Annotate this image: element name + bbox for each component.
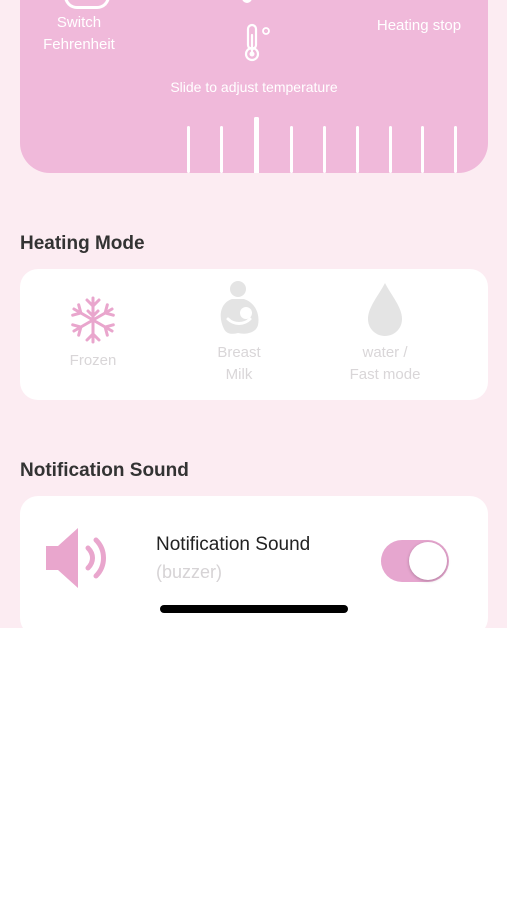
mode-breast-label-line1: Breast xyxy=(217,344,261,361)
slider-tick xyxy=(356,126,359,173)
slider-tick xyxy=(421,126,424,173)
app-screen: Switch Fehrenheit Heating stop Slide to … xyxy=(0,0,507,628)
speaker-icon xyxy=(46,528,106,588)
home-indicator xyxy=(160,605,348,613)
temperature-slider[interactable] xyxy=(170,110,470,173)
mode-water-fast[interactable]: water / Fast mode xyxy=(335,281,435,386)
temperature-panel: Switch Fehrenheit Heating stop Slide to … xyxy=(20,0,488,173)
slider-tick xyxy=(187,126,190,173)
water-drop-icon xyxy=(368,283,402,336)
notification-sound-toggle[interactable] xyxy=(381,540,449,582)
notification-sound-label: Notification Sound xyxy=(156,534,311,555)
heating-mode-card: Frozen Breast Milk water / Fast mode xyxy=(20,269,488,400)
switch-fahrenheit-button[interactable]: Switch Fehrenheit xyxy=(34,12,124,56)
mode-breast-label-line2: Milk xyxy=(225,366,253,383)
slider-tick xyxy=(389,126,392,173)
notification-sound-sublabel: (buzzer) xyxy=(156,562,223,582)
temperature-unit-icon xyxy=(64,0,110,9)
switch-label-line2: Fehrenheit xyxy=(43,36,115,53)
heating-mode-title: Heating Mode xyxy=(20,233,145,254)
notification-section-title: Notification Sound xyxy=(20,460,189,481)
slider-tick xyxy=(290,126,293,173)
slide-hint: Slide to adjust temperature xyxy=(170,79,338,95)
slider-tick xyxy=(220,126,223,173)
mode-frozen[interactable]: Frozen xyxy=(48,293,138,372)
mode-breast-milk[interactable]: Breast Milk xyxy=(194,279,284,386)
toggle-knob xyxy=(409,542,447,580)
mode-water-label-line2: Fast mode xyxy=(349,366,421,383)
mode-frozen-label: Frozen xyxy=(69,352,117,369)
snowflake-icon xyxy=(71,296,115,344)
slider-tick xyxy=(323,126,326,173)
slider-handle[interactable] xyxy=(254,117,259,173)
mother-baby-icon xyxy=(220,281,259,334)
slider-tick xyxy=(454,126,457,173)
heating-stop-button[interactable]: Heating stop xyxy=(366,15,472,37)
switch-label-line1: Switch xyxy=(56,14,102,31)
mode-water-label-line1: water / xyxy=(362,344,408,361)
thermometer-icon xyxy=(244,23,270,62)
temperature-digit-fragment xyxy=(242,0,252,3)
